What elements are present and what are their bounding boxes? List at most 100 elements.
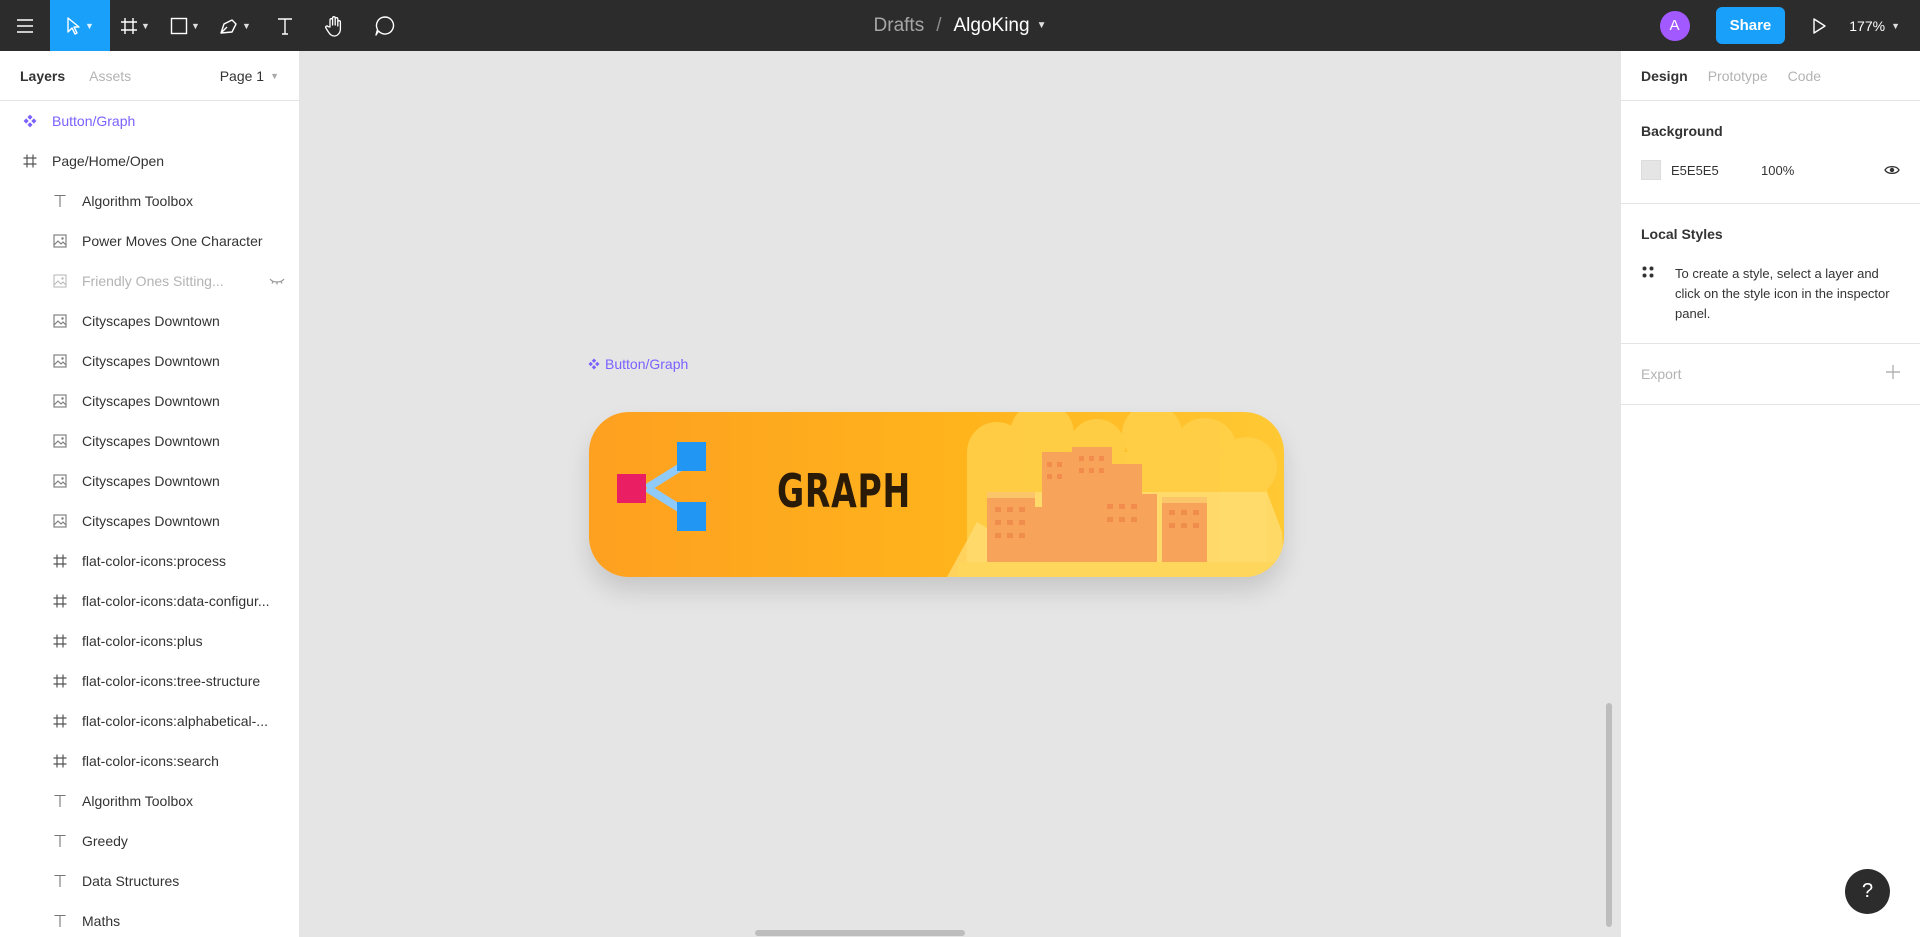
- layer-row[interactable]: Algorithm Toolbox: [0, 181, 299, 221]
- tab-design[interactable]: Design: [1641, 68, 1688, 84]
- tab-code[interactable]: Code: [1788, 68, 1821, 84]
- layer-name: Greedy: [82, 833, 128, 849]
- frame-layer-icon: [52, 633, 68, 649]
- image-icon: [53, 474, 67, 488]
- layer-row[interactable]: Greedy: [0, 821, 299, 861]
- tab-prototype[interactable]: Prototype: [1708, 68, 1768, 84]
- layer-name: flat-color-icons:alphabetical-...: [82, 713, 268, 729]
- left-panel-tabs: Layers Assets Page 1 ▼: [0, 51, 299, 101]
- layer-row[interactable]: flat-color-icons:alphabetical-...: [0, 701, 299, 741]
- image-layer-icon: [52, 273, 68, 289]
- zoom-menu[interactable]: 177% ▼: [1849, 18, 1900, 34]
- component-layer-icon: [22, 113, 38, 129]
- local-styles-section: Local Styles To create a style, select a…: [1621, 204, 1920, 344]
- move-tool-icon: [67, 16, 80, 35]
- chevron-down-icon: ▼: [85, 20, 94, 31]
- image-icon: [53, 314, 67, 328]
- image-layer-icon: [52, 473, 68, 489]
- shape-tool-button[interactable]: ▼: [160, 0, 210, 51]
- right-panel-tabs: Design Prototype Code: [1621, 51, 1920, 101]
- move-tool-button[interactable]: ▼: [50, 0, 110, 51]
- share-button[interactable]: Share: [1715, 7, 1786, 44]
- hand-tool-button[interactable]: [310, 0, 360, 51]
- hand-tool-icon: [325, 15, 342, 37]
- vertical-scrollbar[interactable]: [1606, 703, 1612, 927]
- image-icon: [53, 234, 67, 248]
- component-icon: [588, 358, 600, 370]
- background-hex-input[interactable]: E5E5E5: [1671, 163, 1761, 178]
- chevron-down-icon: ▼: [242, 20, 251, 31]
- background-swatch[interactable]: [1641, 160, 1661, 180]
- text-layer-icon: [52, 833, 68, 849]
- layer-row[interactable]: Power Moves One Character: [0, 221, 299, 261]
- layer-row[interactable]: Cityscapes Downtown: [0, 421, 299, 461]
- layer-name: Friendly Ones Sitting...: [82, 273, 224, 289]
- eye-icon[interactable]: [1884, 164, 1900, 176]
- horizontal-scrollbar[interactable]: [755, 930, 965, 936]
- file-name[interactable]: AlgoKing: [954, 15, 1030, 37]
- image-icon: [53, 434, 67, 448]
- layer-row[interactable]: flat-color-icons:tree-structure: [0, 661, 299, 701]
- layer-row[interactable]: Button/Graph: [0, 101, 299, 141]
- layer-name: Page/Home/Open: [52, 153, 165, 169]
- image-icon: [53, 514, 67, 528]
- layer-list: Button/Graph Page/Home/Open Algorithm Tool…: [0, 101, 299, 937]
- chevron-down-icon[interactable]: ▼: [1037, 20, 1047, 31]
- menu-icon: [17, 18, 33, 33]
- main-menu-button[interactable]: [0, 0, 50, 51]
- background-opacity-input[interactable]: 100%: [1761, 163, 1884, 178]
- tab-assets[interactable]: Assets: [89, 68, 131, 84]
- layer-row[interactable]: flat-color-icons:plus: [0, 621, 299, 661]
- text-icon: [54, 914, 66, 927]
- add-export-button[interactable]: [1886, 362, 1900, 382]
- pen-tool-button[interactable]: ▼: [210, 0, 260, 51]
- layer-name: flat-color-icons:data-configur...: [82, 593, 270, 609]
- frame-label[interactable]: Button/Graph: [588, 356, 688, 372]
- export-section: Export: [1621, 344, 1920, 405]
- local-styles-text: To create a style, select a layer and cl…: [1675, 266, 1890, 321]
- frame-layer-icon: [52, 673, 68, 689]
- layer-name: flat-color-icons:search: [82, 753, 219, 769]
- layer-name: Power Moves One Character: [82, 233, 263, 249]
- avatar[interactable]: A: [1659, 10, 1690, 41]
- layer-row[interactable]: flat-color-icons:search: [0, 741, 299, 781]
- layer-name: Cityscapes Downtown: [82, 433, 220, 449]
- breadcrumb-drafts[interactable]: Drafts: [874, 15, 925, 37]
- layer-row[interactable]: Friendly Ones Sitting...: [0, 261, 299, 301]
- page-selector[interactable]: Page 1 ▼: [220, 68, 279, 84]
- frame-tool-button[interactable]: ▼: [110, 0, 160, 51]
- comment-tool-icon: [375, 15, 395, 36]
- text-icon: [54, 194, 66, 207]
- layer-row[interactable]: Algorithm Toolbox: [0, 781, 299, 821]
- layer-row[interactable]: Cityscapes Downtown: [0, 461, 299, 501]
- chevron-down-icon: ▼: [270, 70, 279, 81]
- layer-row[interactable]: flat-color-icons:data-configur...: [0, 581, 299, 621]
- image-layer-icon: [52, 433, 68, 449]
- layer-name: Cityscapes Downtown: [82, 513, 220, 529]
- toolbar-right: A Share 177% ▼: [1659, 0, 1920, 51]
- layer-row[interactable]: Page/Home/Open: [0, 141, 299, 181]
- graph-button-component[interactable]: GRAPH: [589, 412, 1284, 577]
- present-button[interactable]: [1807, 14, 1831, 38]
- help-button[interactable]: ?: [1845, 869, 1890, 914]
- frame-icon: [53, 594, 67, 608]
- layer-row[interactable]: Maths: [0, 901, 299, 937]
- text-icon: [54, 834, 66, 847]
- pen-tool-icon: [220, 18, 237, 34]
- layer-row[interactable]: Cityscapes Downtown: [0, 341, 299, 381]
- text-tool-button[interactable]: [260, 0, 310, 51]
- tab-layers[interactable]: Layers: [20, 68, 65, 84]
- canvas[interactable]: Button/Graph GRAPH: [300, 51, 1620, 937]
- shape-tool-icon: [170, 17, 188, 34]
- cityscape-image: [947, 412, 1284, 577]
- layer-row[interactable]: Data Structures: [0, 861, 299, 901]
- text-icon: [54, 874, 66, 887]
- layer-row[interactable]: Cityscapes Downtown: [0, 501, 299, 541]
- frame-layer-icon: [22, 153, 38, 169]
- image-icon: [53, 394, 67, 408]
- layer-row[interactable]: flat-color-icons:process: [0, 541, 299, 581]
- comment-tool-button[interactable]: [360, 0, 410, 51]
- eye-closed-icon[interactable]: [269, 273, 285, 292]
- layer-row[interactable]: Cityscapes Downtown: [0, 381, 299, 421]
- layer-row[interactable]: Cityscapes Downtown: [0, 301, 299, 341]
